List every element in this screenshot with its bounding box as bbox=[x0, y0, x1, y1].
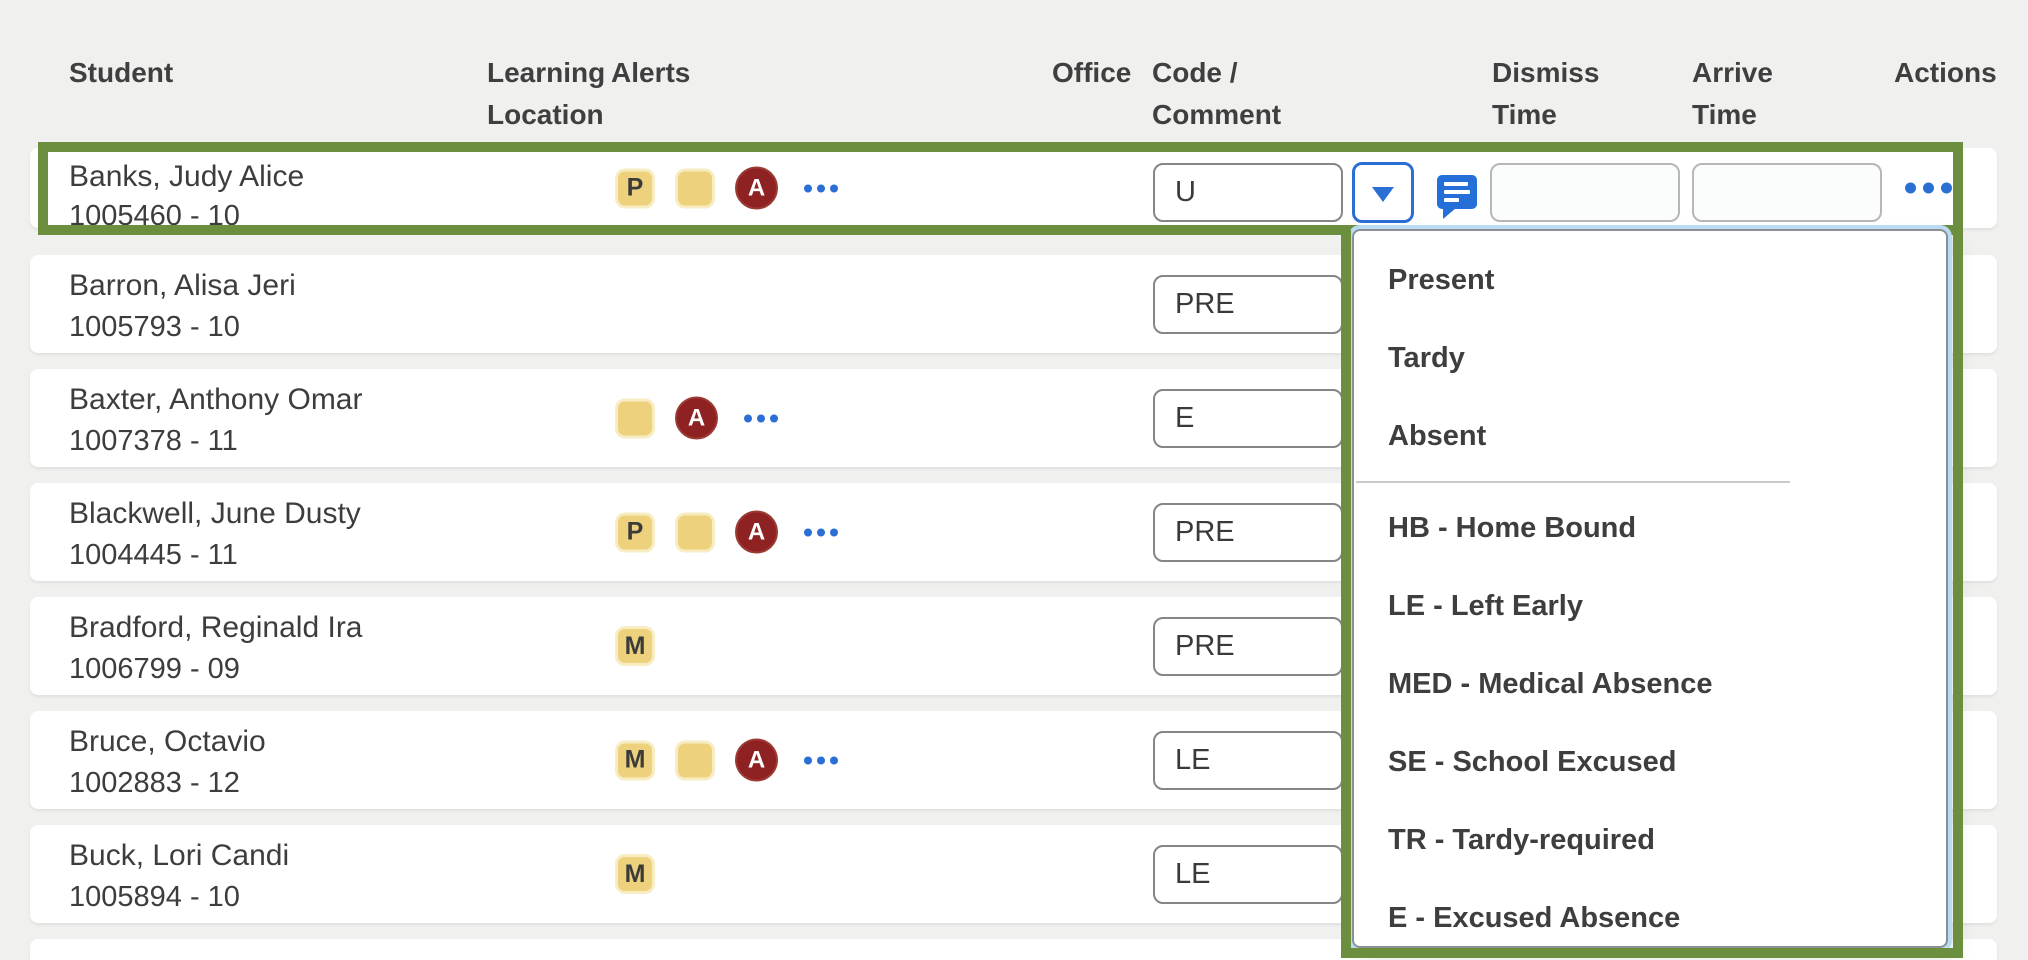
code-dropdown-toggle[interactable] bbox=[1352, 162, 1414, 223]
more-alerts-icon[interactable] bbox=[804, 756, 838, 764]
dropdown-option[interactable]: MED - Medical Absence bbox=[1354, 645, 1946, 723]
comment-button[interactable] bbox=[1437, 175, 1477, 221]
column-header: DismissTime bbox=[1492, 52, 1599, 136]
column-header-line1: Actions bbox=[1894, 52, 1997, 94]
alerts-group: A bbox=[615, 397, 778, 440]
absence-alert-icon: A bbox=[735, 167, 778, 210]
column-header-line1: Code / bbox=[1152, 52, 1281, 94]
alert-badge-m-icon: M bbox=[615, 854, 655, 894]
column-header: LearningLocation bbox=[487, 52, 605, 136]
attendance-code-input[interactable] bbox=[1153, 845, 1343, 904]
absence-alert-icon: A bbox=[735, 511, 778, 554]
table-row: Banks, Judy Alice 1005460 - 10 PA bbox=[30, 148, 1997, 228]
dropdown-option[interactable]: LE - Left Early bbox=[1354, 567, 1946, 645]
student-name: Baxter, Anthony Omar bbox=[69, 383, 362, 417]
attendance-code-input[interactable] bbox=[1153, 389, 1343, 448]
dropdown-option[interactable]: Tardy bbox=[1354, 319, 1946, 397]
attendance-code-input[interactable] bbox=[1153, 731, 1343, 790]
more-alerts-icon[interactable] bbox=[804, 528, 838, 536]
absence-alert-icon: A bbox=[735, 739, 778, 782]
dropdown-option[interactable]: SE - School Excused bbox=[1354, 723, 1946, 801]
column-header-line1: Dismiss bbox=[1492, 52, 1599, 94]
dropdown-option[interactable]: Present bbox=[1354, 241, 1946, 319]
dropdown-option[interactable]: TR - Tardy-required bbox=[1354, 801, 1946, 879]
column-header: Actions bbox=[1894, 52, 1997, 94]
student-name: Bradford, Reginald Ira bbox=[69, 611, 363, 645]
alerts-group: PA bbox=[615, 511, 838, 554]
column-header-line1: Arrive bbox=[1692, 52, 1773, 94]
arrive-time-input[interactable] bbox=[1692, 163, 1882, 222]
attendance-code-input[interactable] bbox=[1153, 163, 1343, 222]
alert-badge-icon bbox=[675, 168, 715, 208]
student-name: Buck, Lori Candi bbox=[69, 839, 289, 873]
comment-icon bbox=[1437, 175, 1477, 209]
dropdown-option[interactable]: HB - Home Bound bbox=[1354, 489, 1946, 567]
attendance-code-input[interactable] bbox=[1153, 275, 1343, 334]
alert-badge-m-icon: M bbox=[615, 626, 655, 666]
dropdown-option[interactable]: E - Excused Absence bbox=[1354, 879, 1946, 948]
student-id: 1005793 - 10 bbox=[69, 311, 240, 344]
student-id: 1005894 - 10 bbox=[69, 881, 240, 914]
attendance-code-input[interactable] bbox=[1153, 503, 1343, 562]
alert-badge-icon bbox=[675, 740, 715, 780]
dropdown-option[interactable]: Absent bbox=[1354, 397, 1946, 475]
column-header-line2: Time bbox=[1492, 94, 1599, 136]
alert-badge-icon bbox=[675, 512, 715, 552]
more-alerts-icon[interactable] bbox=[744, 414, 778, 422]
student-name: Blackwell, June Dusty bbox=[69, 497, 361, 531]
column-header: Student bbox=[69, 52, 173, 94]
attendance-code-dropdown: PresentTardyAbsent HB - Home BoundLE - Le… bbox=[1352, 229, 1948, 948]
absence-alert-icon: A bbox=[675, 397, 718, 440]
alerts-group: PA bbox=[615, 167, 838, 210]
student-name: Banks, Judy Alice bbox=[69, 160, 304, 194]
column-header: Alerts bbox=[611, 52, 690, 94]
student-name: Barron, Alisa Jeri bbox=[69, 269, 296, 303]
alerts-group: M bbox=[615, 626, 655, 666]
column-header: Office bbox=[1052, 52, 1131, 94]
more-alerts-icon[interactable] bbox=[804, 184, 838, 192]
column-header: Code /Comment bbox=[1152, 52, 1281, 136]
dropdown-divider bbox=[1356, 481, 1790, 483]
student-name: Bruce, Octavio bbox=[69, 725, 266, 759]
column-header-line2: Comment bbox=[1152, 94, 1281, 136]
alert-badge-m-icon: M bbox=[615, 740, 655, 780]
alerts-group: M bbox=[615, 854, 655, 894]
column-header-line1: Alerts bbox=[611, 52, 690, 94]
dismiss-time-input[interactable] bbox=[1490, 163, 1680, 222]
student-id: 1006799 - 09 bbox=[69, 653, 240, 686]
student-id: 1005460 - 10 bbox=[69, 200, 240, 233]
attendance-code-input[interactable] bbox=[1153, 617, 1343, 676]
column-header-line2: Time bbox=[1692, 94, 1773, 136]
column-header-line1: Office bbox=[1052, 52, 1131, 94]
column-header: ArriveTime bbox=[1692, 52, 1773, 136]
column-header-line1: Student bbox=[69, 52, 173, 94]
chevron-down-icon bbox=[1372, 187, 1394, 202]
student-id: 1004445 - 11 bbox=[69, 539, 238, 572]
student-id: 1002883 - 12 bbox=[69, 767, 240, 800]
alert-badge-p-icon: P bbox=[615, 168, 655, 208]
attendance-table-page: Student LearningLocationAlerts Office Code … bbox=[0, 0, 2028, 960]
student-id: 1007378 - 11 bbox=[69, 425, 238, 458]
row-actions-icon[interactable] bbox=[1905, 183, 1952, 194]
alerts-group: MA bbox=[615, 739, 838, 782]
column-header-line2: Location bbox=[487, 94, 605, 136]
alert-badge-p-icon: P bbox=[615, 512, 655, 552]
alert-badge-icon bbox=[615, 398, 655, 438]
column-header-line1: Learning bbox=[487, 52, 605, 94]
